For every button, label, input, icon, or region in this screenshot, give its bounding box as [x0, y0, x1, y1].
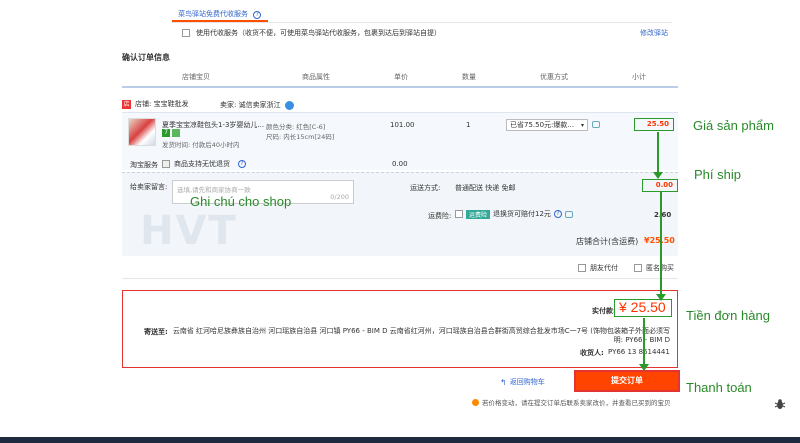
divider: [172, 22, 672, 23]
back-to-cart-link[interactable]: ↰ 返回购物车: [500, 377, 545, 387]
chat-icon[interactable]: [564, 210, 573, 218]
attr-size: 尺码: 内长15cm[24码]: [266, 133, 335, 141]
taobao-service-price: 0.00: [392, 160, 408, 168]
header-divider: [122, 86, 678, 88]
receiver-value: PY66 13 8614441: [608, 348, 670, 356]
badge-7: 7: [162, 129, 170, 137]
submit-order-label: 提交订单: [611, 376, 643, 385]
insurance-text: 退换货可赔付12元: [493, 210, 551, 218]
annotation-note: Ghi chú cho shop: [190, 194, 292, 209]
col-discount: 优惠方式: [540, 73, 568, 81]
taobao-service-label: 淘宝服务: [130, 161, 158, 169]
subtotal-value: 25.50: [646, 120, 669, 128]
discount-value: 已省75.50元:爆款...: [510, 121, 575, 129]
anonymous-checkbox[interactable]: [634, 264, 642, 272]
use-service-checkbox[interactable]: [182, 29, 190, 37]
use-service-label: 使用代收服务（收货不便，可使用菜鸟驿站代收服务，包裹到达后到驿站自提）: [196, 29, 441, 37]
back-to-cart-label: 返回购物车: [509, 378, 545, 386]
section-title: 确认订单信息: [122, 53, 170, 62]
shipping-method: 普通配送 快递 免邮: [455, 184, 516, 192]
price-notice-text: 若价格变动，请在提交订单后联系卖家改价，并查看已买到的宝贝: [482, 399, 671, 407]
price-notice: 若价格变动，请在提交订单后联系卖家改价，并查看已买到的宝贝: [472, 397, 671, 407]
friend-pay-label: 朋友代付: [590, 264, 618, 272]
delivery-tab[interactable]: 菜鸟驿站免费代收服务 ?: [178, 9, 262, 19]
insurance-price: 2.60: [654, 211, 672, 219]
no-worry-return-label: 商品支持无忧退货: [174, 160, 230, 168]
annotation-ship: Phí ship: [694, 167, 741, 182]
message-label: 给卖家留言:: [130, 183, 168, 191]
quantity: 1: [466, 121, 471, 129]
warning-icon: [472, 398, 479, 406]
insurance-checkbox[interactable]: [455, 210, 463, 218]
discount-select[interactable]: 已省75.50元:爆款... ▾: [506, 119, 588, 131]
arrow-line: [657, 132, 659, 174]
product-thumbnail[interactable]: [128, 118, 156, 146]
seller-name[interactable]: 卖家: 诚信卖家浙江: [220, 100, 281, 110]
paid-amount: ¥ 25.50: [619, 299, 666, 315]
annotation-total: Tiền đơn hàng: [686, 308, 770, 323]
modify-station-link[interactable]: 修改驿站: [640, 28, 668, 38]
friend-pay-checkbox[interactable]: [578, 264, 586, 272]
badges: 7: [162, 129, 180, 137]
friend-pay-option[interactable]: 朋友代付: [578, 263, 618, 273]
paid-amount-box: ¥ 25.50: [614, 299, 672, 317]
insurance-label: 运费险:: [428, 212, 452, 220]
left-arrow-icon: ↰: [500, 377, 507, 387]
arrow-line: [643, 318, 645, 366]
paid-label: 实付款:: [592, 307, 616, 315]
watermark-logo: HVT: [140, 208, 238, 254]
table-header: 店铺宝贝 商品属性 单价 数量 优惠方式 小计: [122, 70, 678, 84]
seller-row: 卖家: 诚信卖家浙江: [220, 100, 294, 110]
arrow-head: [653, 172, 663, 179]
badge-icon: [172, 129, 180, 137]
submit-order-button[interactable]: 提交订单: [574, 370, 680, 392]
bottom-bar: [0, 437, 800, 443]
annotation-price: Giá sản phẩm: [693, 118, 774, 133]
message-placeholder: 选填,请先和商家协商一致: [177, 186, 251, 194]
attr-color: 颜色分类: 红色[C-6]: [266, 123, 326, 131]
message-counter: 0/200: [330, 193, 349, 201]
no-worry-return-checkbox[interactable]: [162, 160, 170, 168]
insurance-option[interactable]: 运费险 退换货可赔付12元 ?: [455, 209, 573, 219]
bug-icon[interactable]: [774, 398, 786, 410]
arrow-head: [656, 294, 666, 301]
subtotal-box: 25.50: [634, 118, 674, 131]
shipping-fee-box: 0.00: [642, 179, 678, 192]
col-shop-item: 店铺宝贝: [182, 73, 210, 81]
arrow-line: [660, 192, 662, 296]
shipping-fee: 0.00: [655, 181, 673, 189]
ship-to-address: 云南省 红河哈尼族彝族自治州 河口瑶族自治县 河口镇 PY66 - BIM D …: [172, 327, 670, 344]
shop-name[interactable]: 店铺: 宝宝鞋批发: [135, 99, 189, 109]
shop-row: 店 店铺: 宝宝鞋批发: [122, 99, 189, 109]
shop-icon: 店: [122, 99, 131, 109]
insurance-tag: 运费险: [466, 209, 491, 219]
receiver-label: 收货人:: [580, 349, 604, 357]
question-icon: ?: [253, 11, 262, 19]
delivery-tab-label: 菜鸟驿站免费代收服务: [178, 10, 248, 18]
ship-to-label: 寄送至:: [144, 328, 168, 336]
question-icon: ?: [238, 160, 246, 168]
chevron-down-icon: ▾: [580, 121, 584, 129]
shipping-label: 运送方式:: [410, 184, 441, 192]
col-subtotal: 小计: [632, 73, 646, 81]
ship-time: 发货时间: 付款后40小时内: [162, 141, 240, 149]
divider: [122, 278, 678, 279]
col-unit-price: 单价: [394, 73, 408, 81]
use-service-row[interactable]: 使用代收服务（收货不便，可使用菜鸟驿站代收服务，包裹到达后到驿站自提）: [182, 28, 441, 38]
arrow-head: [639, 364, 649, 371]
col-attributes: 商品属性: [302, 73, 330, 81]
shop-total-label: 店铺合计(含运费): [576, 237, 639, 246]
chat-icon[interactable]: [284, 100, 294, 110]
annotation-pay: Thanh toán: [686, 380, 752, 395]
taobao-service-option[interactable]: 商品支持无忧退货 ?: [162, 159, 246, 169]
col-quantity: 数量: [462, 73, 476, 81]
unit-price: 101.00: [390, 121, 415, 129]
anonymous-option[interactable]: 匿名购买: [634, 263, 674, 273]
discount-chat-icon[interactable]: [592, 121, 600, 128]
question-icon: ?: [553, 210, 562, 218]
